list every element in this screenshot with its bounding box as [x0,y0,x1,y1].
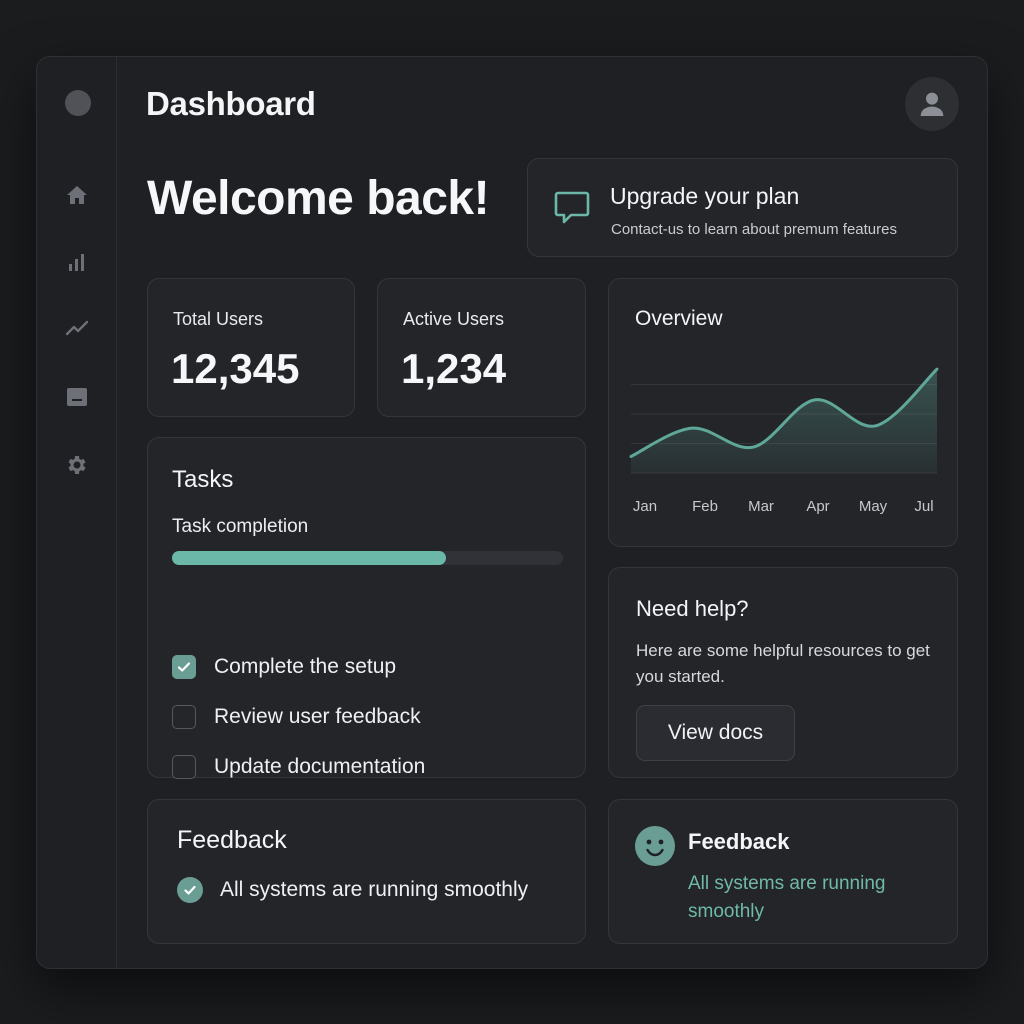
tasks-card: Tasks Task completion Complete the setup… [147,437,586,779]
overview-title: Overview [635,307,723,330]
view-docs-button[interactable]: View docs [636,705,795,761]
feedback-title: Feedback [688,829,790,854]
task-label: Update documentation [214,755,426,778]
check-circle-icon [177,877,203,903]
gear-icon [68,456,86,474]
trend-line-icon [65,320,89,336]
status-text: All systems are running smoothly [220,878,529,901]
sidebar-item-inbox[interactable] [63,383,91,411]
page-title: Dashboard [146,85,316,122]
stat-card-total-users: Total Users 12,345 [147,278,355,417]
chat-bubble-icon [554,191,590,224]
task-checkbox[interactable] [172,705,196,729]
x-tick-label: Apr [806,498,829,515]
stat-value: 1,234 [401,345,507,392]
x-tick-label: Feb [692,498,718,515]
feedback-title: Feedback [177,826,287,854]
upgrade-subtitle: Contact-us to learn about premum feature… [611,221,897,238]
welcome-heading: Welcome back! [147,172,490,225]
task-item[interactable]: Complete the setup [172,652,396,682]
sidebar-item-trends[interactable] [63,314,91,342]
task-checkbox[interactable] [172,655,196,679]
feedback-text: All systems are running smoothly [688,873,886,922]
check-icon [177,662,191,672]
help-title: Need help? [636,596,749,621]
feedback-card: Feedback All systems are running smoothl… [608,799,958,944]
bar-chart-icon [69,254,84,271]
logo [65,90,91,116]
stat-card-active-users: Active Users 1,234 [377,278,586,417]
upgrade-title: Upgrade your plan [610,183,800,209]
stat-value: 12,345 [171,345,300,392]
sidebar-item-analytics[interactable] [63,248,91,276]
x-tick-label: May [859,498,888,515]
x-tick-label: Mar [748,498,774,515]
help-body: Here are some helpful resources to get y… [636,641,930,686]
overview-card: Overview Jan Feb Mar Apr May Jul [608,278,958,547]
sidebar-item-home[interactable] [63,181,91,209]
upgrade-plan-card[interactable]: Upgrade your plan Contact-us to learn ab… [527,158,958,257]
task-label: Review user feedback [214,705,421,728]
x-tick-label: Jul [914,498,933,515]
overview-chart: Jan Feb Mar Apr May Jul [629,367,939,515]
app-window: Dashboard Welcome back! Upgrade your pla… [36,56,988,969]
tasks-title: Tasks [172,466,234,493]
home-icon [67,186,87,204]
avatar[interactable] [905,77,959,131]
task-item[interactable]: Review user feedback [172,702,421,732]
task-progress-bar [172,551,563,565]
task-checkbox[interactable] [172,755,196,779]
inbox-icon [67,388,87,406]
stat-label: Active Users [403,309,505,329]
x-tick-label: Jan [633,498,657,515]
smiley-icon [635,826,675,866]
feedback-status-card: Feedback All systems are running smoothl… [147,799,586,944]
help-card: Need help? Here are some helpful resourc… [608,567,958,778]
user-icon [920,92,944,116]
sidebar-item-settings[interactable] [63,451,91,479]
task-label: Complete the setup [214,655,397,678]
sidebar [37,57,117,968]
task-completion-label: Task completion [172,516,309,537]
task-item[interactable]: Update documentation [172,752,425,782]
status-row: All systems are running smoothly [177,877,528,903]
task-progress-fill [172,551,446,565]
stat-label: Total Users [173,309,264,329]
